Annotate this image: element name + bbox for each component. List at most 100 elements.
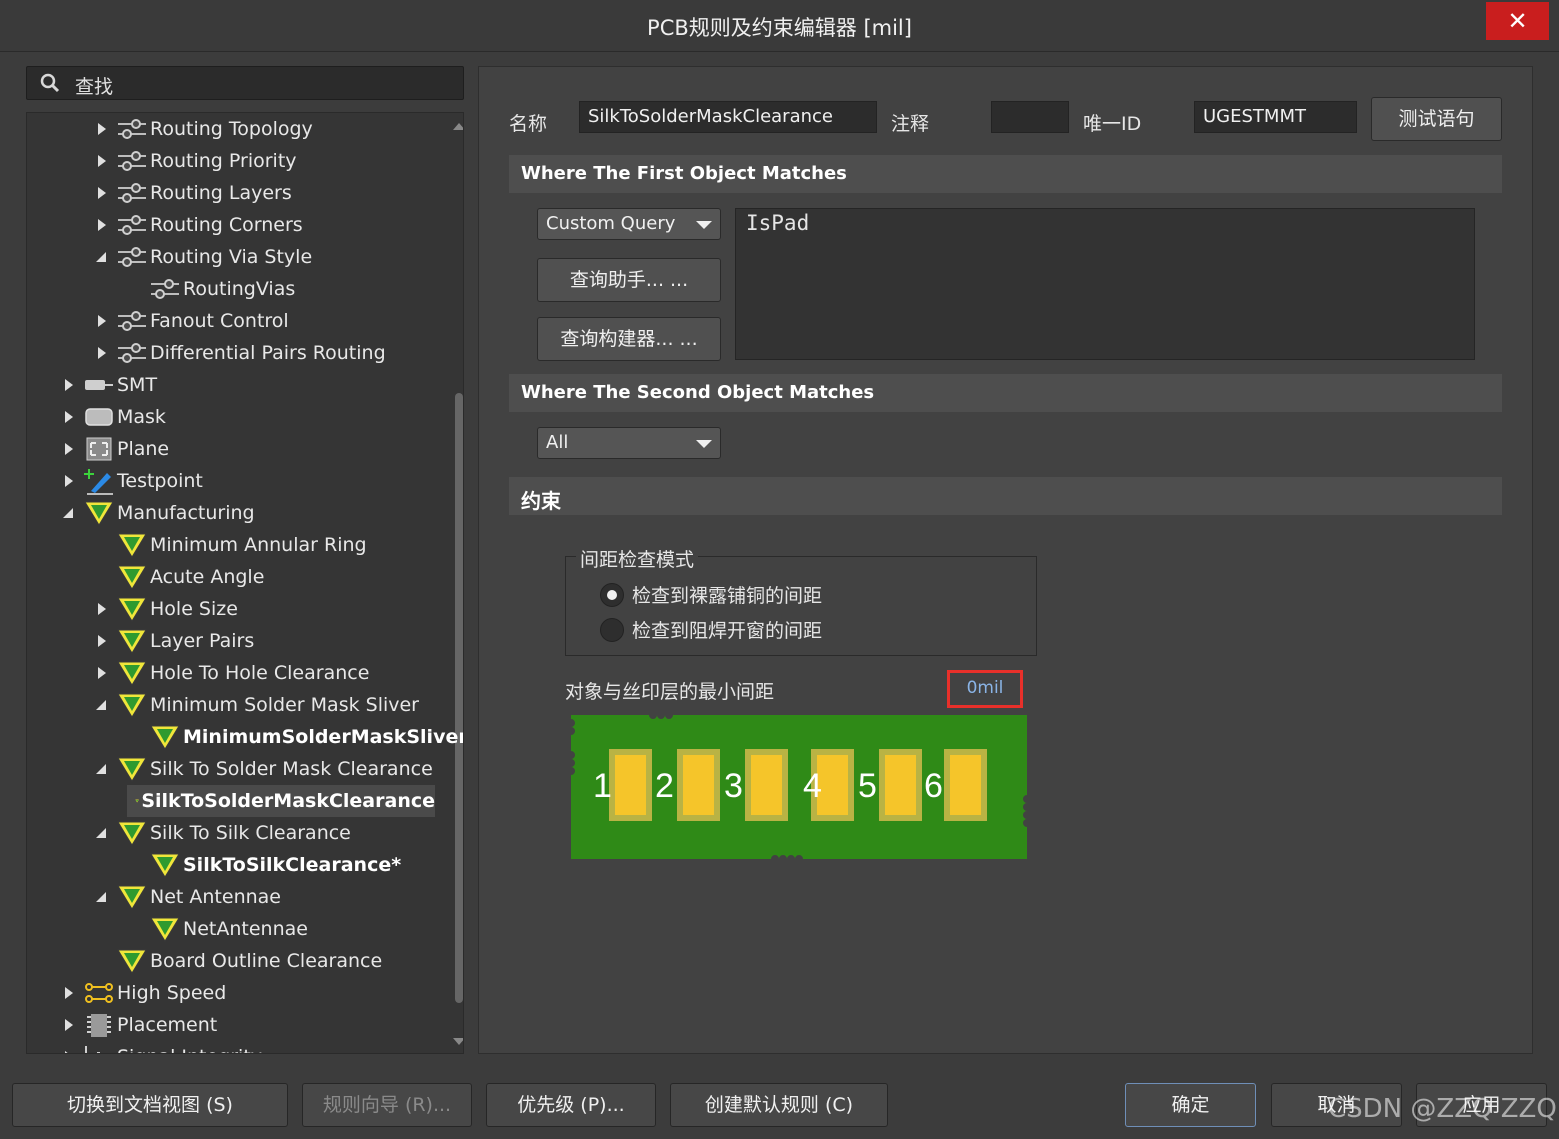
- tree-item[interactable]: Layer Pairs: [94, 625, 254, 657]
- manufacturing-icon: [150, 725, 180, 750]
- radio-exposed-copper[interactable]: 检查到裸露铺铜的间距: [600, 581, 822, 608]
- ok-button[interactable]: 确定: [1125, 1083, 1256, 1127]
- tree-item[interactable]: NetAntennae: [127, 913, 308, 945]
- expand-arrow-icon[interactable]: [94, 345, 110, 361]
- expand-arrow-icon[interactable]: [94, 633, 110, 649]
- manufacturing-icon: [135, 799, 140, 803]
- radio-button-unchecked[interactable]: [600, 617, 624, 642]
- manufacturing-icon: [117, 949, 147, 974]
- expand-arrow-icon[interactable]: [61, 377, 77, 393]
- expand-arrow-icon[interactable]: [61, 1017, 77, 1033]
- expand-arrow-icon[interactable]: [61, 441, 77, 457]
- tree-item[interactable]: Placement: [61, 1009, 217, 1041]
- tree-item[interactable]: Board Outline Clearance: [94, 945, 382, 977]
- clearance-mode-title: 间距检查模式: [576, 545, 699, 572]
- switch-doc-view-button[interactable]: 切换到文档视图 (S): [12, 1083, 288, 1127]
- tree-item[interactable]: Minimum Solder Mask Sliver: [94, 689, 419, 721]
- manufacturing-icon: [117, 661, 147, 686]
- collapse-arrow-icon[interactable]: [94, 697, 110, 713]
- tree-item[interactable]: Differential Pairs Routing: [94, 337, 386, 369]
- tree-item-label: Signal Integrity: [117, 1046, 262, 1053]
- tree-item[interactable]: Routing Via Style: [94, 241, 312, 273]
- tree-item[interactable]: Signal Integrity: [61, 1041, 262, 1053]
- name-field[interactable]: SilkToSolderMaskClearance: [579, 101, 877, 133]
- tree-item[interactable]: Silk To Silk Clearance: [94, 817, 351, 849]
- pcb-illustration: 1 2 3 4 5 6: [571, 715, 1027, 859]
- expand-arrow-icon[interactable]: [94, 121, 110, 137]
- query-builder-button[interactable]: 查询构建器... ...: [537, 317, 721, 361]
- collapse-arrow-icon[interactable]: [94, 761, 110, 777]
- expand-arrow-icon[interactable]: [94, 153, 110, 169]
- tree-item[interactable]: Routing Layers: [94, 177, 292, 209]
- tree-item[interactable]: Net Antennae: [94, 881, 281, 913]
- scroll-down-arrow[interactable]: [453, 1038, 463, 1045]
- manufacturing-icon: [117, 597, 147, 622]
- radio-mask-opening[interactable]: 检查到阻焊开窗的间距: [600, 616, 822, 643]
- tree-item[interactable]: Fanout Control: [94, 305, 289, 337]
- expand-arrow-icon[interactable]: [61, 985, 77, 1001]
- pad-number-5: 5: [858, 767, 877, 805]
- tree-item-label: Differential Pairs Routing: [150, 342, 386, 364]
- tree-item[interactable]: Routing Topology: [94, 113, 313, 145]
- tree-item[interactable]: RoutingVias: [127, 273, 295, 305]
- first-match-dropdown[interactable]: Custom Query: [537, 208, 721, 240]
- expand-arrow-icon[interactable]: [94, 217, 110, 233]
- collapse-arrow-icon[interactable]: [94, 249, 110, 265]
- tree-item[interactable]: Routing Priority: [94, 145, 297, 177]
- tree-item[interactable]: High Speed: [61, 977, 226, 1009]
- expand-arrow-icon[interactable]: [94, 601, 110, 617]
- tree-item[interactable]: MinimumSolderMaskSliver: [127, 721, 463, 753]
- expand-arrow-icon[interactable]: [61, 409, 77, 425]
- expand-arrow-icon[interactable]: [61, 473, 77, 489]
- tree-item[interactable]: Minimum Annular Ring: [94, 529, 367, 561]
- expand-arrow-icon[interactable]: [94, 665, 110, 681]
- scroll-up-arrow[interactable]: [453, 123, 463, 130]
- tree-item[interactable]: SMT: [61, 369, 157, 401]
- tree-item-label: NetAntennae: [183, 918, 308, 940]
- manufacturing-icon: [117, 565, 147, 590]
- tree-item[interactable]: Hole Size: [94, 593, 238, 625]
- tree-item[interactable]: SilkToSilkClearance*: [127, 849, 401, 881]
- tree-item[interactable]: SilkToSolderMaskClearance: [127, 785, 435, 817]
- comment-field[interactable]: [991, 101, 1069, 133]
- second-match-header: Where The Second Object Matches: [509, 374, 1502, 412]
- expand-arrow-icon[interactable]: [94, 185, 110, 201]
- collapse-arrow-icon[interactable]: [94, 825, 110, 841]
- test-query-button[interactable]: 测试语句: [1371, 97, 1502, 141]
- collapse-arrow-icon[interactable]: [94, 889, 110, 905]
- tree-item[interactable]: Mask: [61, 401, 166, 433]
- close-button[interactable]: ✕: [1486, 2, 1549, 40]
- rule-wizard-button[interactable]: 规则向导 (R)...: [302, 1083, 472, 1127]
- expand-arrow-icon[interactable]: [61, 1049, 77, 1053]
- collapse-arrow-icon[interactable]: [61, 505, 77, 521]
- manufacturing-icon: [117, 693, 147, 718]
- tree-item[interactable]: Silk To Solder Mask Clearance: [94, 753, 433, 785]
- priority-button[interactable]: 优先级 (P)...: [486, 1083, 656, 1127]
- search-input[interactable]: 查找: [26, 66, 464, 100]
- routing-icon: [118, 343, 146, 363]
- signal-icon: [85, 1046, 100, 1053]
- tree-item[interactable]: Acute Angle: [94, 561, 264, 593]
- tree-item-label: Routing Corners: [150, 214, 303, 236]
- radio-button-checked[interactable]: [600, 582, 624, 607]
- create-default-rules-button[interactable]: 创建默认规则 (C): [670, 1083, 888, 1127]
- tree-scrollbar[interactable]: [453, 123, 463, 1053]
- comment-label: 注释: [891, 113, 930, 135]
- second-match-dropdown[interactable]: All: [537, 427, 721, 459]
- min-clearance-input[interactable]: 0mil: [947, 670, 1023, 708]
- tree-item[interactable]: Hole To Hole Clearance: [94, 657, 369, 689]
- tree-item-label: Routing Layers: [150, 182, 292, 204]
- tree-item[interactable]: Testpoint: [61, 465, 203, 497]
- tree-item-label: Routing Via Style: [150, 246, 313, 268]
- tree-item[interactable]: Plane: [61, 433, 169, 465]
- tree-item-label: Mask: [117, 406, 166, 428]
- query-editor[interactable]: IsPad: [735, 208, 1475, 360]
- scroll-thumb[interactable]: [455, 393, 463, 1003]
- tree-item[interactable]: Routing Corners: [94, 209, 303, 241]
- chevron-down-icon: [696, 440, 712, 448]
- tree-item[interactable]: Manufacturing: [61, 497, 255, 529]
- expand-arrow-icon[interactable]: [94, 313, 110, 329]
- query-helper-button[interactable]: 查询助手... ...: [537, 258, 721, 302]
- uid-field[interactable]: UGESTMMT: [1194, 101, 1357, 133]
